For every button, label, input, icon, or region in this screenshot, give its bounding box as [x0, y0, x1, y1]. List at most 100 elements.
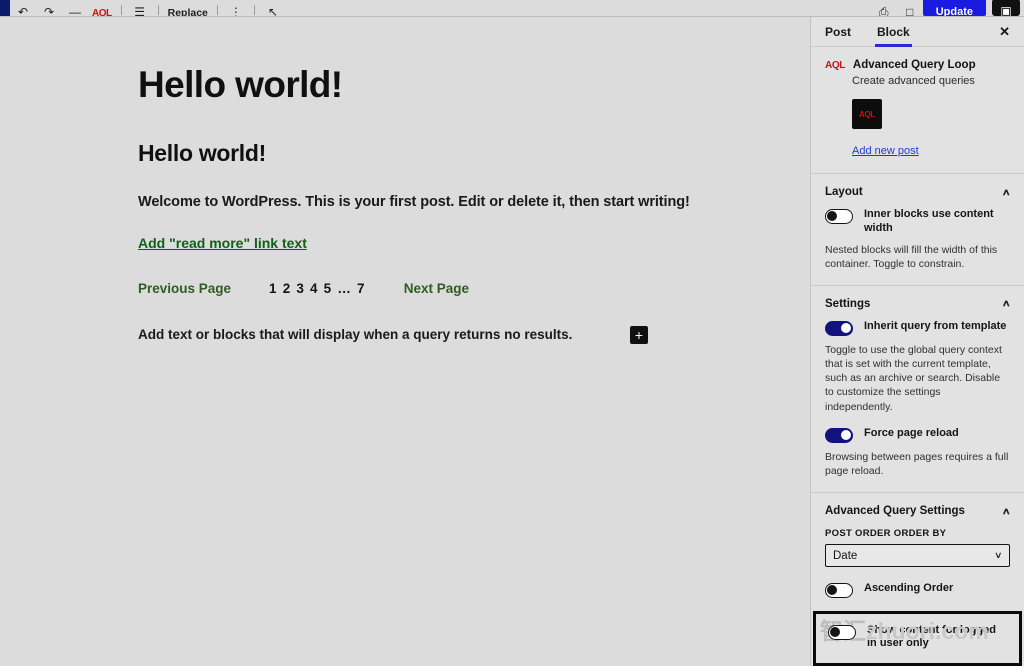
toggle-knob: [841, 429, 851, 440]
force-reload-toggle-label: Force page reload: [864, 426, 959, 439]
update-label: Update: [935, 6, 973, 17]
advanced-section-header[interactable]: Advanced Query Settings ∧: [825, 505, 1012, 518]
inherit-query-toggle-row: Inherit query from template: [825, 320, 1010, 336]
no-results-text[interactable]: Add text or blocks that will display whe…: [138, 327, 618, 342]
read-more-link[interactable]: Add "read more" link text: [138, 235, 307, 251]
pagination-previous[interactable]: Previous Page: [138, 281, 231, 296]
inner-blocks-toggle-label: Inner blocks use content width: [864, 208, 994, 234]
layout-section-header[interactable]: Layout ∧: [825, 186, 1012, 198]
toolbar-divider: [157, 5, 159, 15]
force-reload-toggle-row: Force page reload: [825, 427, 1010, 443]
layout-help-text: Nested blocks will fill the width of thi…: [825, 243, 998, 270]
chevron-up-icon: ∧: [1002, 186, 1012, 197]
settings-section-title: Settings: [825, 297, 871, 310]
editor-window: ↶ ↷ — AQL ☰ Replace ⋮ ↖ ⎙ □ Update ▣ Hel…: [0, 0, 1024, 666]
settings-section-header[interactable]: Settings ∧: [825, 297, 1011, 310]
aql-logo-icon: AQL: [825, 59, 845, 71]
settings-sidebar-toggle-button[interactable]: ▣: [992, 0, 1020, 16]
preview-icon: ⎙: [878, 5, 889, 17]
view-button[interactable]: □: [897, 0, 923, 17]
force-reload-help-text: Browsing between pages requires a full p…: [825, 450, 1009, 477]
collapse-icon: ↖: [267, 5, 278, 17]
block-card-header: AQL Advanced Query Loop: [825, 59, 1010, 71]
collapse-button[interactable]: ↖: [260, 0, 286, 17]
inherit-query-toggle[interactable]: [825, 320, 853, 336]
logged-in-user-highlight-box: 智汇zhuori.com Show content for logged in …: [813, 610, 1022, 666]
aql-thumbnail: AQL: [852, 99, 882, 129]
tab-post-label: Post: [825, 24, 852, 39]
show-content-logged-in-toggle[interactable]: [828, 624, 856, 640]
add-new-post-link[interactable]: Add new post: [852, 145, 919, 157]
inherit-query-toggle-label: Inherit query from template: [864, 319, 1007, 332]
settings-section: Settings ∧ Inherit query from template T…: [811, 286, 1024, 494]
layout-section-title: Layout: [825, 186, 863, 198]
sidebar-tabs: Post Block ✕: [811, 17, 1024, 47]
aql-logo-icon: AQL: [92, 8, 112, 16]
toolbar-divider: [216, 5, 218, 15]
undo-icon: ↶: [17, 5, 29, 17]
block-description: Create advanced queries: [852, 75, 975, 87]
force-page-reload-toggle[interactable]: [825, 427, 853, 443]
ascending-order-toggle[interactable]: [825, 583, 853, 599]
minus-button[interactable]: —: [62, 0, 88, 17]
toolbar-divider: [253, 5, 255, 15]
tab-post[interactable]: Post: [825, 17, 851, 47]
toggle-knob: [827, 211, 837, 221]
toggle-knob: [841, 322, 851, 333]
ascending-order-toggle-label: Ascending Order: [864, 582, 954, 595]
post-order-value: Date: [833, 549, 858, 562]
pagination-next[interactable]: Next Page: [404, 281, 469, 296]
plus-icon: +: [634, 326, 644, 343]
toggle-knob: [827, 585, 837, 596]
block-name: Advanced Query Loop: [852, 59, 976, 71]
chevron-down-icon: ∨: [994, 550, 1003, 561]
advanced-section-title: Advanced Query Settings: [825, 505, 965, 518]
toolbar-right-group: ⎙ □ Update ▣: [871, 0, 1024, 16]
undo-button[interactable]: ↶: [10, 0, 36, 17]
post-heading[interactable]: Hello world!: [138, 140, 810, 167]
post-paragraph[interactable]: Welcome to WordPress. This is your first…: [138, 194, 810, 210]
editor-canvas[interactable]: Hello world! Hello world! Welcome to Wor…: [0, 17, 810, 666]
tab-block[interactable]: Block: [875, 17, 912, 47]
block-info-card: AQL Advanced Query Loop Create advanced …: [811, 47, 1024, 174]
logged-in-toggle-row: Show content for logged in user only: [828, 624, 1007, 652]
advanced-query-settings-section: Advanced Query Settings ∧ POST ORDER ORD…: [811, 493, 1024, 619]
list-view-button[interactable]: ☰: [127, 0, 153, 17]
close-sidebar-button[interactable]: ✕: [999, 25, 1010, 38]
settings-gear-icon: ▣: [1000, 4, 1012, 17]
inner-blocks-toggle-row: Inner blocks use content width: [825, 208, 1010, 236]
aql-toolbar-button[interactable]: AQL: [88, 0, 116, 16]
toolbar-left-group: ↶ ↷ — AQL ☰ Replace ⋮ ↖: [0, 0, 286, 16]
logged-in-toggle-label: Show content for logged in user only: [867, 623, 996, 650]
aql-thumbnail-label: AQL: [859, 109, 875, 119]
redo-button[interactable]: ↷: [36, 0, 62, 17]
pagination-numbers[interactable]: 1 2 3 4 5 … 7: [269, 281, 366, 296]
page-title[interactable]: Hello world!: [138, 64, 810, 106]
inherit-query-help-text: Toggle to use the global query context t…: [825, 343, 1002, 413]
top-toolbar: ↶ ↷ — AQL ☰ Replace ⋮ ↖ ⎙ □ Update ▣: [0, 0, 1024, 17]
replace-button[interactable]: Replace: [164, 0, 212, 16]
ascending-order-toggle-row: Ascending Order: [825, 582, 1010, 599]
block-inserter-button[interactable]: [0, 0, 10, 16]
pagination: Previous Page 1 2 3 4 5 … 7 Next Page: [138, 281, 810, 296]
replace-label: Replace: [167, 7, 208, 16]
tab-block-label: Block: [877, 24, 910, 39]
minus-icon: —: [69, 5, 81, 17]
redo-icon: ↷: [43, 5, 55, 17]
chevron-up-icon: ∧: [1002, 505, 1012, 516]
more-options-button[interactable]: ⋮: [223, 0, 249, 17]
post-order-select[interactable]: Date ∨: [825, 544, 1010, 568]
more-options-icon: ⋮: [229, 5, 242, 17]
post-order-label: POST ORDER ORDER BY: [825, 528, 947, 540]
settings-sidebar: Post Block ✕ AQL Advanced Query Loop Cre…: [810, 17, 1024, 666]
preview-button[interactable]: ⎙: [871, 0, 897, 17]
update-button[interactable]: Update: [922, 0, 986, 17]
list-view-icon: ☰: [134, 5, 145, 17]
toggle-knob: [830, 626, 840, 637]
close-icon: ✕: [999, 24, 1010, 39]
toolbar-divider: [120, 5, 122, 15]
add-block-button[interactable]: +: [630, 325, 648, 344]
no-results-block: Add text or blocks that will display whe…: [138, 325, 648, 344]
layout-section: Layout ∧ Inner blocks use content width …: [811, 174, 1024, 286]
inner-blocks-content-width-toggle[interactable]: [825, 209, 853, 224]
